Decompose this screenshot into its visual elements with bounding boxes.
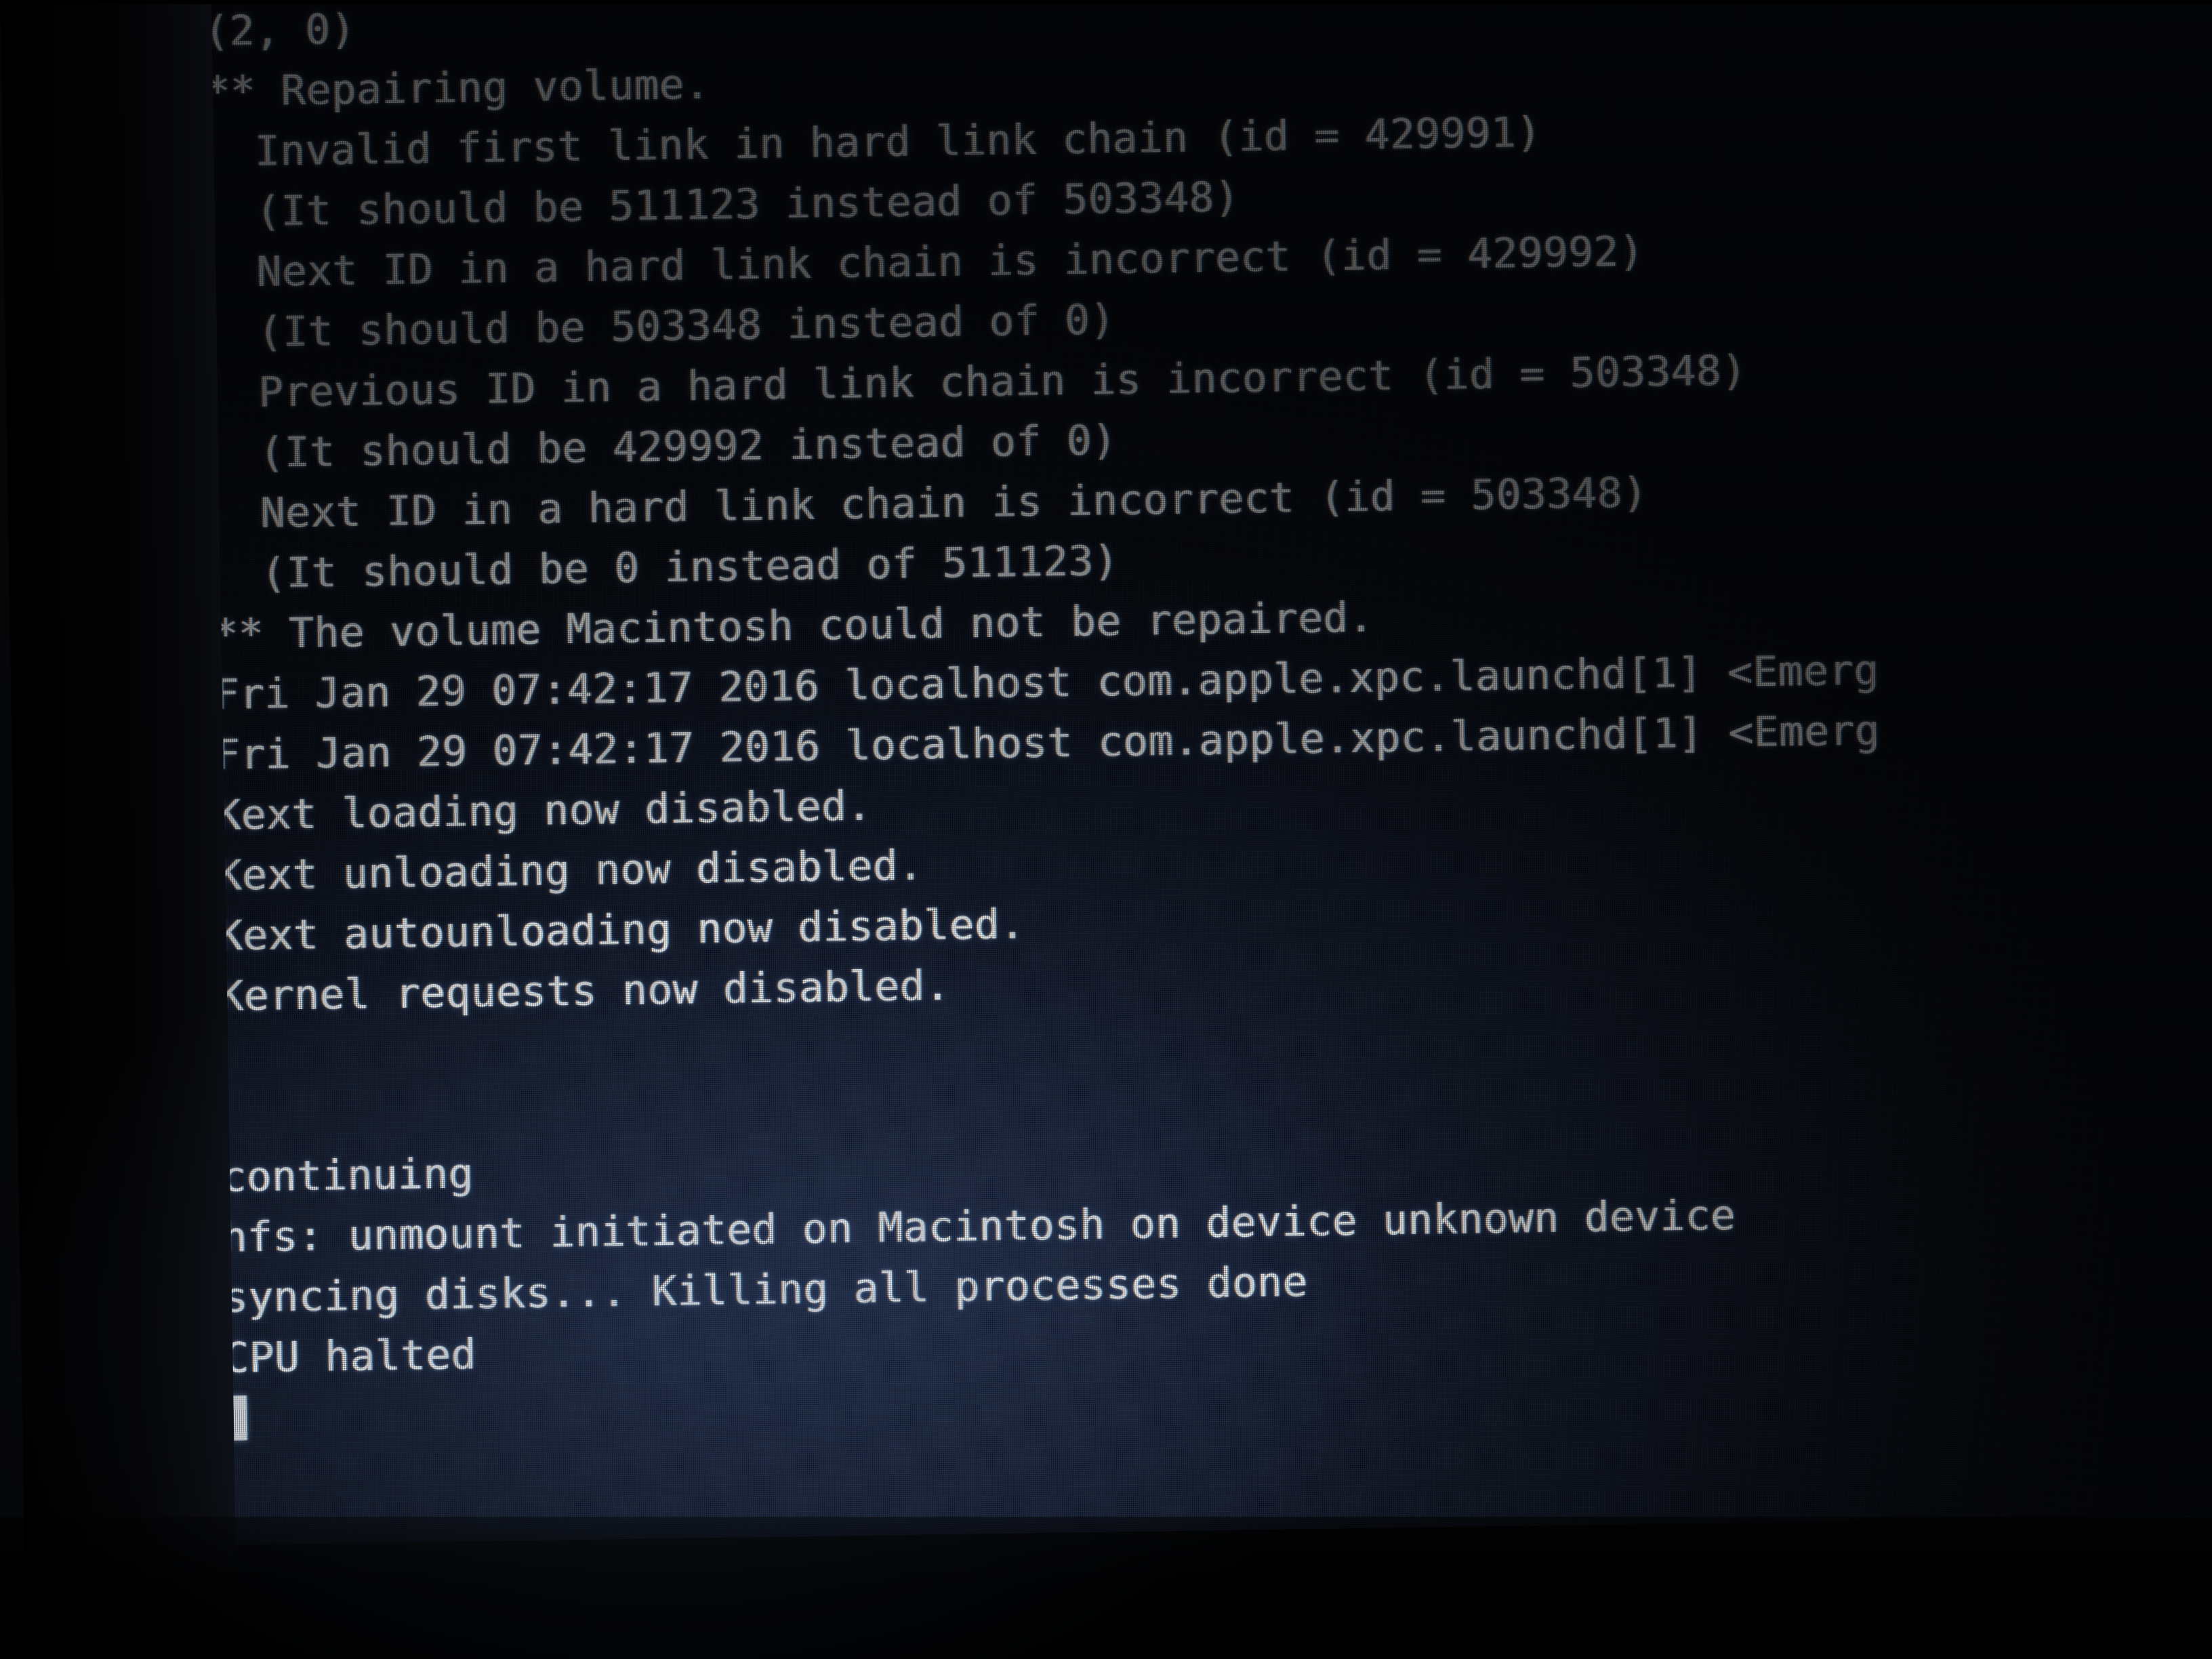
- screen-photo: error repair (2, 0) ** Repairing volume.…: [0, 0, 2212, 1659]
- bezel-bottom-edge: [0, 1517, 2212, 1659]
- bezel-left-edge: [0, 0, 238, 1659]
- console-output: error repair (2, 0) ** Repairing volume.…: [203, 0, 1890, 1449]
- monitor-screen: error repair (2, 0) ** Repairing volume.…: [203, 0, 2212, 1545]
- bezel-top-edge: [0, 0, 2212, 4]
